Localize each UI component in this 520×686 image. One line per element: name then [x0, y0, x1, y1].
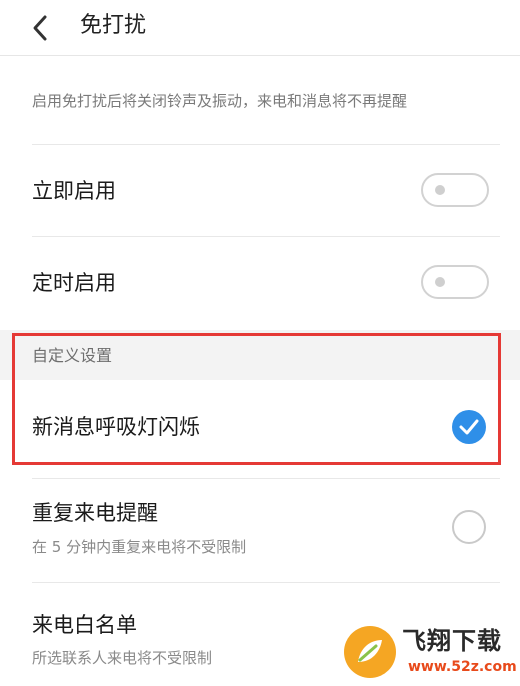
divider	[32, 144, 500, 145]
watermark-brand: 飞翔下载	[402, 627, 502, 655]
enable-now-label: 立即启用	[32, 179, 116, 203]
repeat-call-radio[interactable]	[452, 510, 486, 544]
whitelist-label: 来电白名单	[32, 613, 137, 637]
toggle-knob	[435, 185, 445, 195]
scheduled-toggle[interactable]	[421, 265, 489, 299]
watermark-url: www.52z.com	[408, 659, 517, 675]
divider	[32, 582, 500, 583]
divider	[32, 236, 500, 237]
page-title: 免打扰	[80, 13, 147, 38]
enable-now-toggle[interactable]	[421, 173, 489, 207]
back-arrow-icon	[33, 15, 47, 41]
repeat-call-sub: 在 5 分钟内重复来电将不受限制	[32, 538, 247, 556]
watermark: 飞翔下载 www.52z.com	[344, 624, 520, 686]
back-button[interactable]	[24, 10, 60, 46]
repeat-call-label: 重复来电提醒	[32, 501, 158, 525]
watermark-logo-icon	[344, 626, 396, 678]
toggle-knob	[435, 277, 445, 287]
scheduled-label: 定时启用	[32, 271, 116, 295]
title-bar: 免打扰	[0, 0, 520, 56]
highlight-box	[12, 333, 501, 465]
whitelist-sub: 所选联系人来电将不受限制	[32, 649, 213, 667]
divider	[32, 478, 500, 479]
dnd-description: 启用免打扰后将关闭铃声及振动，来电和消息将不再提醒	[32, 92, 408, 110]
